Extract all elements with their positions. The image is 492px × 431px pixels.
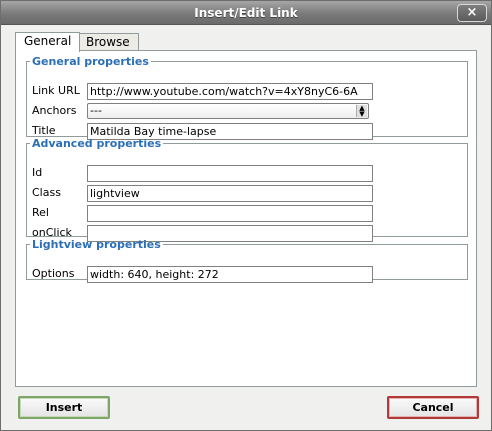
advanced-properties-fieldset: Advanced properties Id Class lightview R… (26, 137, 468, 242)
tab-general[interactable]: General (15, 32, 81, 52)
link-url-input[interactable]: http://www.youtube.com/watch?v=4xY8nyC6-… (87, 83, 373, 100)
class-label: Class (32, 186, 61, 199)
options-input[interactable]: width: 640, height: 272 (87, 266, 373, 283)
title-bar[interactable]: Insert/Edit Link × (1, 1, 491, 25)
class-input[interactable]: lightview (87, 185, 373, 202)
chevron-up-down-icon: ▲ ▼ (356, 105, 367, 118)
general-properties-fieldset: General properties Link URL http://www.y… (26, 55, 468, 140)
dialog-title: Insert/Edit Link (194, 6, 298, 20)
lightview-properties-fieldset: Lightview properties Options width: 640,… (26, 238, 468, 283)
title-label: Title (32, 124, 56, 137)
rel-input[interactable] (87, 205, 373, 222)
options-label: Options (32, 267, 75, 280)
cancel-button[interactable]: Cancel (387, 396, 479, 419)
anchors-selected-value: --- (90, 104, 102, 117)
link-url-label: Link URL (32, 84, 80, 97)
close-icon[interactable]: × (457, 4, 487, 22)
id-label: Id (32, 166, 43, 179)
lightview-properties-legend: Lightview properties (32, 238, 161, 251)
rel-label: Rel (32, 206, 49, 219)
insert-edit-link-dialog: Insert/Edit Link × General Browse Genera… (0, 0, 492, 431)
general-properties-legend: General properties (32, 55, 149, 68)
advanced-properties-legend: Advanced properties (32, 137, 162, 150)
insert-button[interactable]: Insert (18, 396, 110, 419)
id-input[interactable] (87, 165, 373, 182)
anchors-label: Anchors (32, 104, 77, 117)
anchors-select[interactable]: --- ▲ ▼ (87, 103, 369, 119)
tab-browse[interactable]: Browse (77, 33, 139, 51)
general-tab-panel: General properties Link URL http://www.y… (15, 50, 477, 387)
